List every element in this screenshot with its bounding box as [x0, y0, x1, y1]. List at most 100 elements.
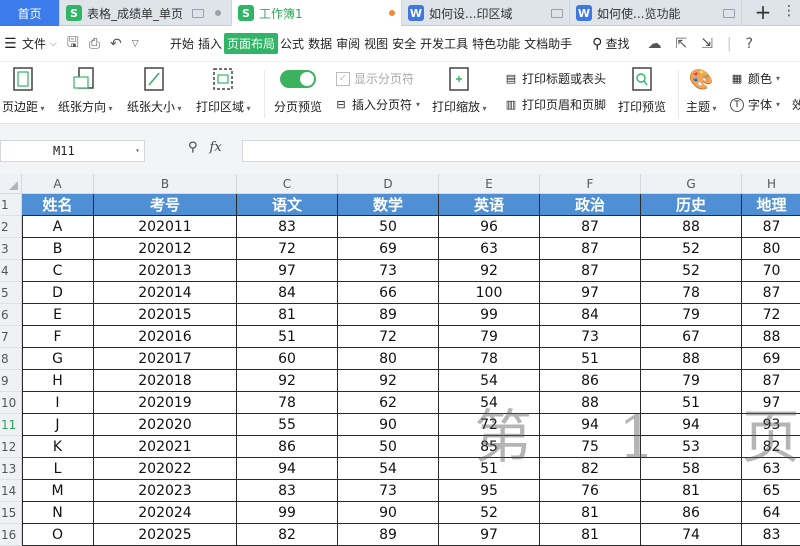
- table-cell[interactable]: 82: [742, 436, 800, 458]
- table-cell[interactable]: 63: [439, 238, 540, 260]
- table-cell[interactable]: 82: [540, 458, 641, 480]
- table-cell[interactable]: 80: [338, 348, 439, 370]
- table-cell[interactable]: 52: [439, 502, 540, 524]
- table-cell[interactable]: 87: [742, 282, 800, 304]
- print-preview-button[interactable]: 打印预览: [618, 66, 666, 115]
- column-header[interactable]: B: [94, 174, 237, 194]
- table-cell[interactable]: 50: [338, 216, 439, 238]
- formula-input[interactable]: [242, 140, 800, 162]
- margins-button[interactable]: 页边距: [2, 66, 45, 115]
- table-cell[interactable]: 51: [439, 458, 540, 480]
- table-cell[interactable]: 69: [338, 238, 439, 260]
- table-cell[interactable]: 202021: [94, 436, 237, 458]
- table-cell[interactable]: 86: [641, 502, 742, 524]
- table-cell[interactable]: 88: [641, 348, 742, 370]
- table-cell[interactable]: 87: [742, 370, 800, 392]
- table-cell[interactable]: 99: [237, 502, 338, 524]
- table-header-cell[interactable]: 英语: [439, 194, 540, 216]
- print-scale-button[interactable]: 打印缩放: [432, 66, 487, 115]
- table-cell[interactable]: 202024: [94, 502, 237, 524]
- table-cell[interactable]: 202013: [94, 260, 237, 282]
- table-cell[interactable]: 87: [540, 216, 641, 238]
- spreadsheet-grid[interactable]: A B C D E F G H 1 2 3 4 5 6 7 8 9 10 11 12 13 14 15 16 姓名 考号 语文 数学英…: [0, 174, 800, 546]
- table-header-cell[interactable]: 地理: [742, 194, 800, 216]
- table-header-cell[interactable]: 语文: [237, 194, 338, 216]
- table-header-cell[interactable]: 历史: [641, 194, 742, 216]
- table-cell[interactable]: H: [22, 370, 94, 392]
- new-tab-plus-icon[interactable]: +: [752, 0, 774, 26]
- table-cell[interactable]: 202020: [94, 414, 237, 436]
- row-header[interactable]: 3: [0, 238, 22, 260]
- orientation-button[interactable]: 纸张方向: [58, 66, 113, 115]
- menu-tab-10[interactable]: 文档助手: [522, 33, 574, 54]
- table-cell[interactable]: 81: [641, 480, 742, 502]
- table-cell[interactable]: 81: [237, 304, 338, 326]
- table-cell[interactable]: 88: [641, 216, 742, 238]
- table-cell[interactable]: 89: [338, 524, 439, 546]
- effects-button[interactable]: 效: [792, 96, 800, 113]
- table-cell[interactable]: 202019: [94, 392, 237, 414]
- table-cell[interactable]: 78: [237, 392, 338, 414]
- menu-tab-5[interactable]: 审阅: [334, 33, 362, 54]
- table-cell[interactable]: 78: [641, 282, 742, 304]
- cloud-icon[interactable]: ☁: [647, 36, 661, 52]
- column-header[interactable]: D: [338, 174, 439, 194]
- find-button[interactable]: ⚲ 查找: [592, 35, 629, 52]
- table-cell[interactable]: 58: [641, 458, 742, 480]
- table-cell[interactable]: 202014: [94, 282, 237, 304]
- table-cell[interactable]: 73: [338, 260, 439, 282]
- table-cell[interactable]: 69: [742, 348, 800, 370]
- table-cell[interactable]: 85: [439, 436, 540, 458]
- table-cell[interactable]: 79: [641, 370, 742, 392]
- menu-tab-6[interactable]: 视图: [362, 33, 390, 54]
- table-cell[interactable]: B: [22, 238, 94, 260]
- fonts-button[interactable]: T 字体 ▾: [730, 96, 780, 113]
- menu-tab-9[interactable]: 特色功能: [470, 33, 522, 54]
- print-icon[interactable]: ⎙: [89, 36, 100, 52]
- table-cell[interactable]: D: [22, 282, 94, 304]
- row-header[interactable]: 12: [0, 436, 22, 458]
- table-cell[interactable]: 202022: [94, 458, 237, 480]
- menu-tab-8[interactable]: 开发工具: [418, 33, 470, 54]
- table-cell[interactable]: 97: [439, 524, 540, 546]
- table-cell[interactable]: 202011: [94, 216, 237, 238]
- file-menu[interactable]: ☰ 文件 ⌵ 🖫 ⎙ ↶ ▽: [0, 32, 168, 56]
- table-cell[interactable]: 82: [237, 524, 338, 546]
- table-cell[interactable]: I: [22, 392, 94, 414]
- row-header[interactable]: 9: [0, 370, 22, 392]
- table-cell[interactable]: F: [22, 326, 94, 348]
- tab-doc-preview[interactable]: W 如何使...览功能: [570, 0, 742, 26]
- row-header[interactable]: 4: [0, 260, 22, 282]
- table-cell[interactable]: 94: [641, 414, 742, 436]
- table-cell[interactable]: 86: [540, 370, 641, 392]
- table-cell[interactable]: 62: [338, 392, 439, 414]
- row-header[interactable]: 13: [0, 458, 22, 480]
- table-cell[interactable]: 72: [338, 326, 439, 348]
- table-cell[interactable]: 87: [742, 216, 800, 238]
- table-cell[interactable]: 81: [540, 524, 641, 546]
- table-cell[interactable]: 202017: [94, 348, 237, 370]
- table-cell[interactable]: 99: [439, 304, 540, 326]
- undo-icon[interactable]: ↶: [110, 36, 122, 52]
- table-cell[interactable]: C: [22, 260, 94, 282]
- chevron-down-icon[interactable]: ▾: [135, 146, 140, 155]
- table-cell[interactable]: 87: [540, 260, 641, 282]
- tab-score-sheet[interactable]: S 表格_成绩单_单页: [60, 0, 232, 26]
- table-cell[interactable]: 92: [237, 370, 338, 392]
- row-header[interactable]: 10: [0, 392, 22, 414]
- table-cell[interactable]: 75: [540, 436, 641, 458]
- column-header[interactable]: G: [641, 174, 742, 194]
- table-cell[interactable]: 53: [641, 436, 742, 458]
- show-page-breaks-checkbox[interactable]: ✓ 显示分页符: [336, 70, 414, 87]
- table-cell[interactable]: 54: [338, 458, 439, 480]
- header-footer-button[interactable]: ▥ 打印页眉和页脚: [504, 96, 606, 113]
- fx-icon[interactable]: fx: [210, 140, 222, 155]
- table-cell[interactable]: G: [22, 348, 94, 370]
- table-cell[interactable]: 55: [237, 414, 338, 436]
- table-cell[interactable]: 86: [237, 436, 338, 458]
- table-cell[interactable]: 66: [338, 282, 439, 304]
- table-header-cell[interactable]: 数学: [338, 194, 439, 216]
- column-header[interactable]: C: [237, 174, 338, 194]
- paper-size-button[interactable]: 纸张大小: [127, 66, 182, 115]
- table-header-cell[interactable]: 政治: [540, 194, 641, 216]
